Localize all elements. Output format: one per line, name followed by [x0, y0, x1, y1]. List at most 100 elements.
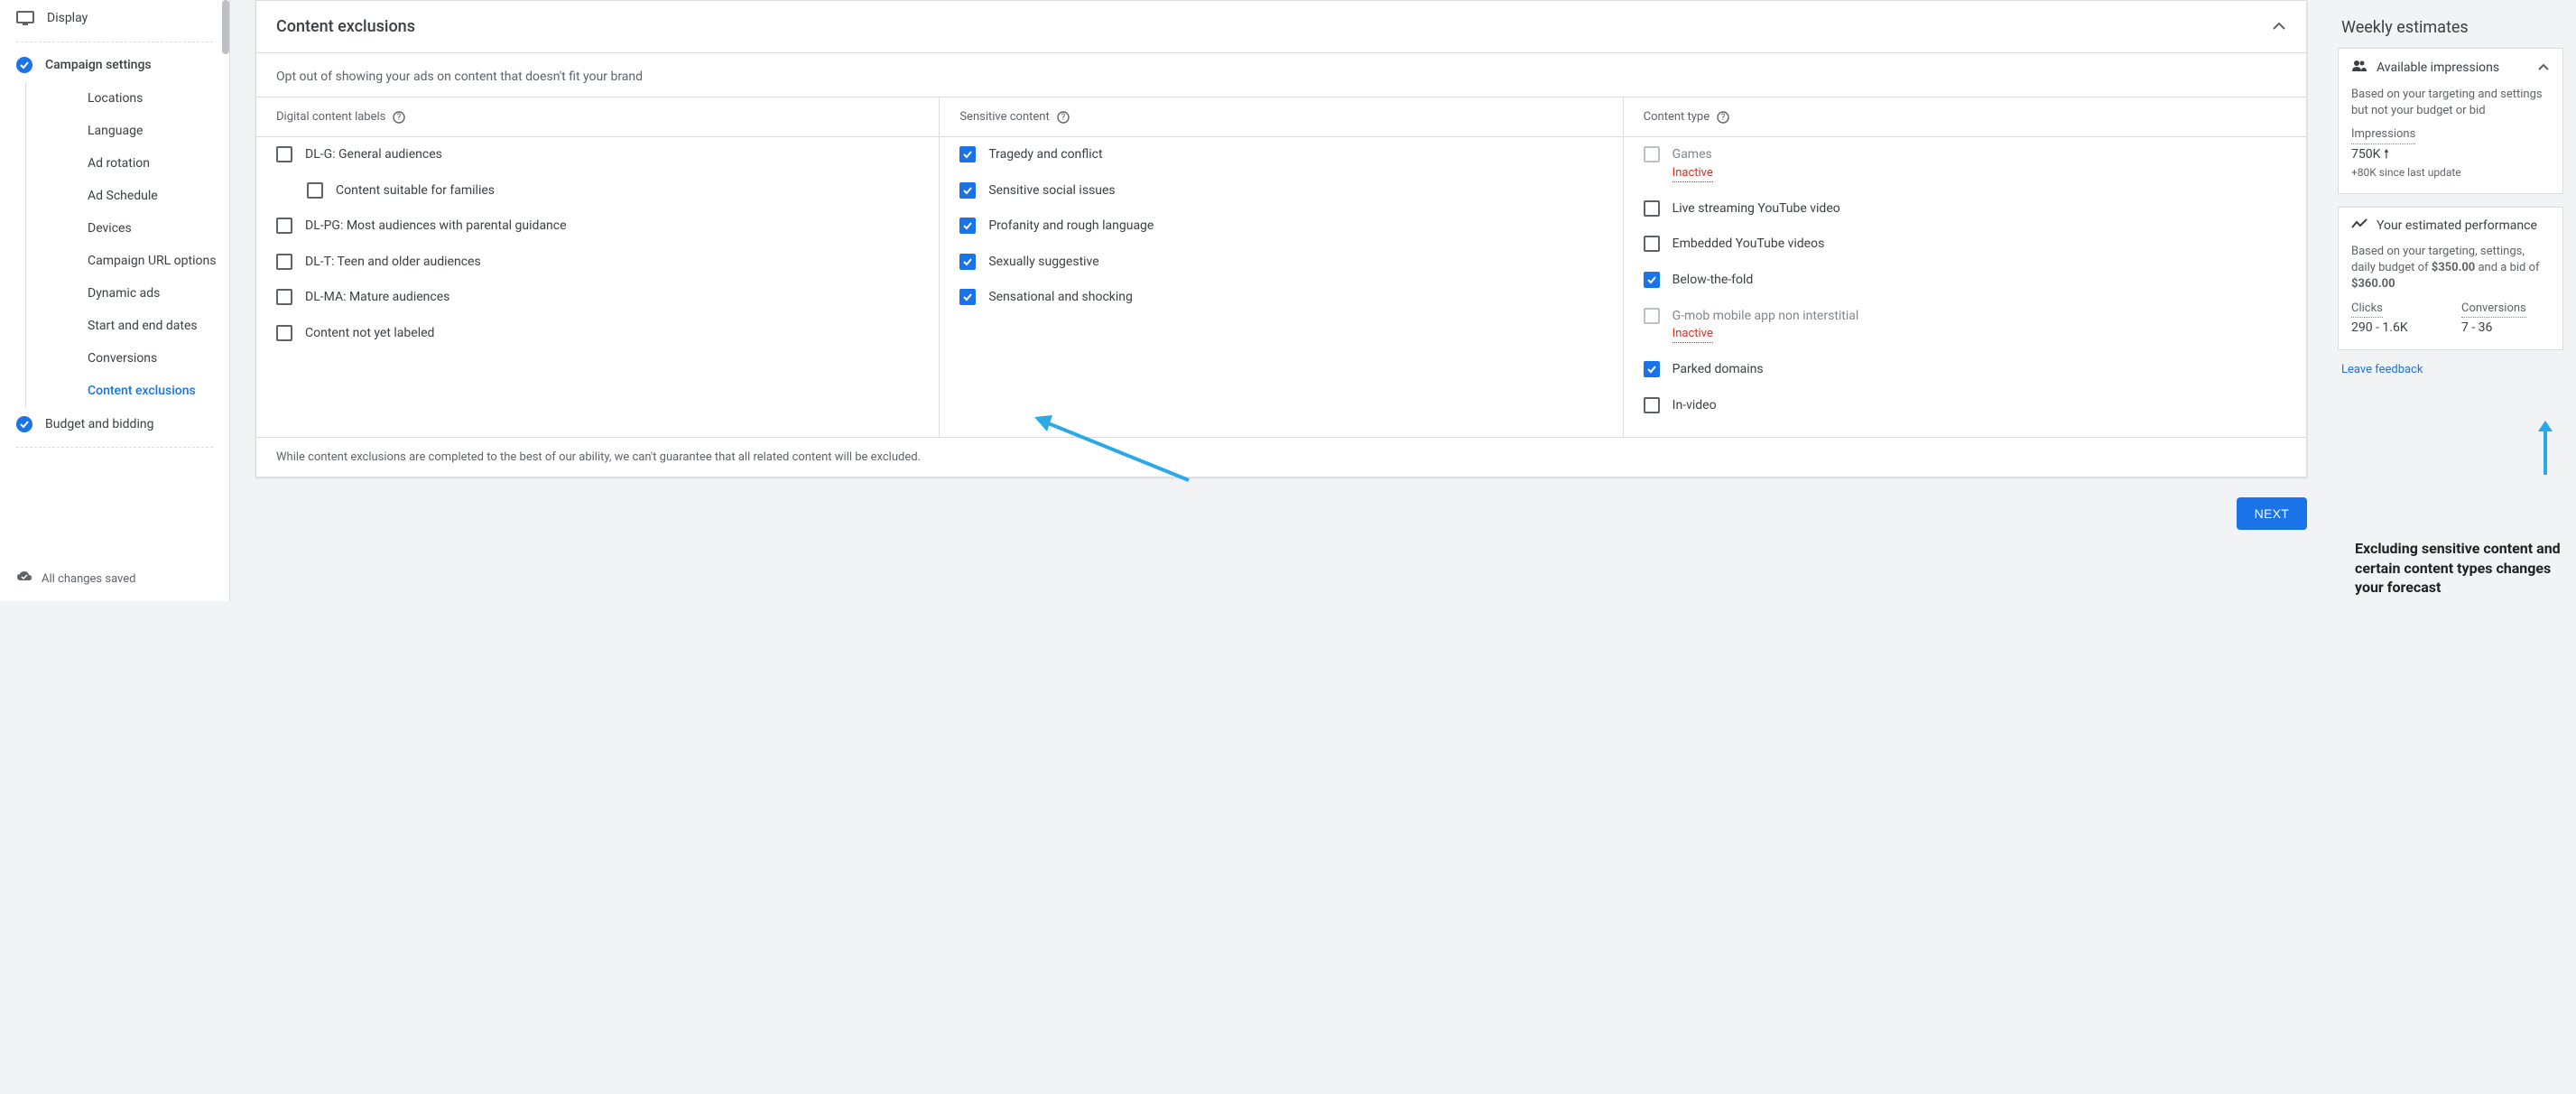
digital-row: Content suitable for families: [256, 173, 939, 209]
display-icon: [16, 9, 34, 27]
content-exclusions-card: Content exclusions Opt out of showing yo…: [255, 0, 2307, 477]
content-type-checkbox[interactable]: [1644, 272, 1660, 288]
impressions-header[interactable]: Available impressions: [2339, 49, 2562, 87]
scrollbar-thumb[interactable]: [222, 0, 229, 54]
svg-text:?: ?: [1721, 113, 1726, 123]
card-header[interactable]: Content exclusions: [256, 1, 2306, 53]
column-header-type: Content type ?: [1624, 97, 2306, 137]
content-type-row: G-mob mobile app non interstitialInactiv…: [1624, 299, 2306, 353]
content-type-row: GamesInactive: [1624, 137, 2306, 191]
digital-label: DL-G: General audiences: [305, 146, 442, 164]
estimates-title: Weekly estimates: [2341, 18, 2563, 37]
impressions-desc: Based on your targeting and settings but…: [2351, 87, 2550, 119]
impressions-label: Impressions: [2351, 126, 2415, 144]
digital-checkbox[interactable]: [276, 254, 292, 270]
sensitive-checkbox[interactable]: [959, 218, 976, 234]
sensitive-label: Sexually suggestive: [988, 254, 1098, 272]
leave-feedback-link[interactable]: Leave feedback: [2341, 363, 2563, 376]
digital-label: Content suitable for families: [336, 182, 495, 200]
sensitive-row: Sexually suggestive: [940, 245, 1622, 281]
sidebar-label: Display: [47, 11, 88, 25]
content-type-row: Live streaming YouTube video: [1624, 191, 2306, 227]
content-type-label: Parked domains: [1673, 361, 1764, 379]
content-type-label: Embedded YouTube videos: [1673, 236, 1825, 254]
chevron-up-icon[interactable]: [2272, 20, 2286, 34]
performance-body: Based on your targeting, settings, daily…: [2339, 244, 2562, 349]
sidebar-item-start-end-dates[interactable]: Start and end dates: [26, 310, 229, 342]
sidebar-label: Campaign settings: [45, 58, 152, 72]
content-type-label: Below-the-fold: [1673, 272, 1754, 290]
content-type-checkbox[interactable]: [1644, 361, 1660, 377]
people-icon: [2351, 60, 2368, 76]
digital-row: DL-PG: Most audiences with parental guid…: [256, 209, 939, 245]
digital-row: DL-T: Teen and older audiences: [256, 245, 939, 281]
main: Content exclusions Opt out of showing yo…: [230, 0, 2332, 601]
sensitive-checkbox[interactable]: [959, 254, 976, 270]
sidebar-item-conversions[interactable]: Conversions: [26, 342, 229, 375]
sidebar-item-content-exclusions[interactable]: Content exclusions: [26, 375, 229, 407]
impressions-title-text: Available impressions: [2377, 60, 2499, 75]
column-header-digital: Digital content labels ?: [256, 97, 939, 137]
help-icon[interactable]: ?: [393, 111, 405, 124]
impressions-card: Available impressions Based on your targ…: [2338, 48, 2563, 194]
sidebar-item-language[interactable]: Language: [26, 115, 229, 147]
sensitive-label: Profanity and rough language: [988, 218, 1154, 236]
chevron-up-icon[interactable]: [2537, 60, 2550, 75]
help-icon[interactable]: ?: [1057, 111, 1070, 124]
digital-checkbox[interactable]: [276, 146, 292, 162]
inactive-badge: Inactive: [1673, 165, 1713, 182]
content-type-label: Live streaming YouTube video: [1673, 200, 1840, 218]
content-type-label: G-mob mobile app non interstitialInactiv…: [1673, 308, 1859, 344]
sensitive-checkbox[interactable]: [959, 289, 976, 305]
sensitive-row: Tragedy and conflict: [940, 137, 1622, 173]
inactive-badge: Inactive: [1673, 326, 1713, 343]
sidebar-item-dynamic-ads[interactable]: Dynamic ads: [26, 277, 229, 310]
digital-checkbox[interactable]: [307, 182, 323, 199]
sidebar-item-devices[interactable]: Devices: [26, 212, 229, 245]
digital-label: DL-T: Teen and older audiences: [305, 254, 481, 272]
impressions-delta: +80K since last update: [2351, 165, 2550, 181]
digital-label: Content not yet labeled: [305, 325, 434, 343]
content-type-label: GamesInactive: [1673, 146, 1713, 182]
performance-header[interactable]: Your estimated performance: [2339, 208, 2562, 244]
digital-checkbox[interactable]: [276, 289, 292, 305]
next-button[interactable]: NEXT: [2237, 497, 2307, 530]
impressions-value: 750K 🠕: [2351, 146, 2550, 164]
sidebar-item-locations[interactable]: Locations: [26, 82, 229, 115]
card-subhead: Opt out of showing your ads on content t…: [256, 53, 2306, 97]
content-type-label: In-video: [1673, 397, 1717, 415]
help-icon[interactable]: ?: [1717, 111, 1729, 124]
arrow-up-icon: 🠕: [2384, 147, 2389, 162]
sensitive-label: Sensitive social issues: [988, 182, 1115, 200]
svg-text:?: ?: [1061, 113, 1065, 123]
sensitive-checkbox[interactable]: [959, 146, 976, 162]
estimates-panel: Weekly estimates Available impressions B…: [2332, 0, 2576, 601]
sidebar-section-budget[interactable]: Budget and bidding: [0, 407, 229, 441]
digital-label: DL-PG: Most audiences with parental guid…: [305, 218, 567, 236]
content-type-checkbox[interactable]: [1644, 200, 1660, 217]
sidebar-label: Budget and bidding: [45, 417, 153, 431]
save-status-text: All changes saved: [42, 572, 136, 586]
digital-checkbox[interactable]: [276, 325, 292, 341]
column-sensitive: Sensitive content ? Tragedy and conflict…: [940, 97, 1623, 437]
save-status: All changes saved: [0, 563, 229, 594]
performance-card: Your estimated performance Based on your…: [2338, 207, 2563, 350]
sidebar: Display Campaign settings Locations Lang…: [0, 0, 230, 601]
content-type-row: Below-the-fold: [1624, 263, 2306, 299]
divider: [16, 447, 213, 448]
svg-text:?: ?: [397, 113, 402, 123]
sidebar-item-ad-schedule[interactable]: Ad Schedule: [26, 180, 229, 212]
sensitive-checkbox[interactable]: [959, 182, 976, 199]
content-type-checkbox[interactable]: [1644, 397, 1660, 413]
digital-checkbox[interactable]: [276, 218, 292, 234]
sidebar-item-url-options[interactable]: Campaign URL options: [26, 245, 229, 277]
column-title: Digital content labels: [276, 110, 385, 124]
sidebar-item-display[interactable]: Display: [0, 0, 229, 36]
sidebar-section-campaign-settings[interactable]: Campaign settings: [0, 48, 229, 82]
sidebar-item-ad-rotation[interactable]: Ad rotation: [26, 147, 229, 180]
impressions-body: Based on your targeting and settings but…: [2339, 87, 2562, 193]
check-circle-icon: [16, 416, 32, 432]
column-title: Sensitive content: [959, 110, 1049, 124]
content-type-checkbox[interactable]: [1644, 236, 1660, 252]
sensitive-row: Sensational and shocking: [940, 280, 1622, 316]
